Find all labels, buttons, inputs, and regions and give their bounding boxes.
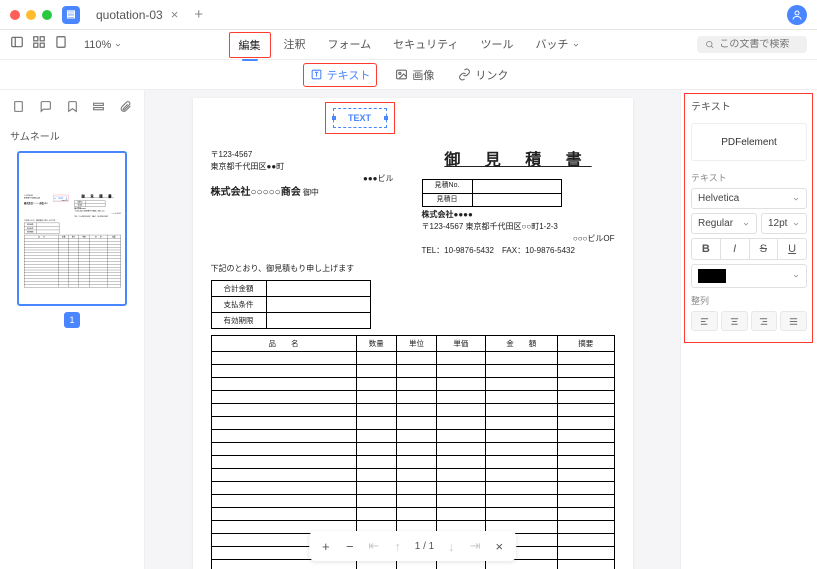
menu-security[interactable]: セキュリティ (384, 32, 467, 58)
thumbnail-panel-label: サムネール (10, 128, 134, 143)
window-controls (10, 10, 52, 20)
page-number-badge: 1 (64, 312, 80, 328)
attachment-tab-icon[interactable] (119, 100, 132, 118)
bold-button[interactable]: B (692, 239, 721, 259)
search-icon (705, 39, 714, 50)
add-tab-button[interactable]: + (194, 6, 203, 23)
resize-handle-right[interactable] (384, 116, 388, 120)
close-navigator-button[interactable]: × (488, 535, 510, 557)
text-color-select[interactable] (691, 264, 807, 288)
close-tab-icon[interactable]: × (171, 7, 179, 22)
first-page-button[interactable]: ⇤ (363, 535, 385, 557)
thumbnail-panel: サムネール TEXT 〒123-4567 東京都千代田区●●町 ●●●ビル 株式… (0, 90, 145, 569)
minimize-window-button[interactable] (26, 10, 36, 20)
font-size-select[interactable]: 12pt (761, 213, 807, 234)
document-title: 御 見 積 書 (74, 194, 120, 199)
title-bar: ▤ quotation-03 × + (0, 0, 817, 30)
text-icon (310, 68, 323, 81)
app-icon: ▤ (62, 6, 80, 24)
align-justify-button[interactable] (780, 311, 807, 331)
sidebar-toggle-icon[interactable] (10, 35, 24, 54)
comments-tab-icon[interactable] (39, 100, 52, 118)
properties-header: テキスト (691, 98, 807, 113)
sub-image-button[interactable]: 画像 (389, 64, 440, 86)
align-right-button[interactable] (751, 311, 778, 331)
document-tab[interactable]: quotation-03 × (88, 3, 186, 26)
page-navigator: + − ⇤ ↑ 1 / 1 ↓ ⇥ × (309, 531, 516, 561)
page-indicator: 1 / 1 (411, 541, 438, 552)
zoom-out-button[interactable]: − (339, 535, 361, 557)
zoom-dropdown[interactable]: 110% (84, 39, 122, 51)
font-weight-select[interactable]: Regular (691, 213, 757, 234)
resize-handle-right[interactable] (66, 198, 67, 199)
document-title: 御 見 積 書 (422, 149, 615, 173)
close-window-button[interactable] (10, 10, 20, 20)
properties-panel: テキスト PDFelement テキスト Helvetica Regular 1… (680, 90, 817, 569)
quote-meta-table: 見積No.見積日 (74, 201, 105, 207)
font-family-select[interactable]: Helvetica (691, 188, 807, 209)
sub-text-button[interactable]: テキスト (303, 63, 378, 87)
menu-edit[interactable]: 編集 (228, 32, 270, 58)
underline-button[interactable]: U (778, 239, 806, 259)
edit-sub-toolbar: テキスト 画像 リンク (0, 60, 817, 90)
document-tab-label: quotation-03 (96, 8, 163, 22)
text-style-group: B I S U (691, 238, 807, 260)
menu-annotate[interactable]: 注釈 (274, 32, 314, 58)
document-page[interactable]: TEXT 〒123-4567 東京都千代田区●●町 ●●●ビル 株式会社○○○○… (193, 98, 633, 569)
text-section-label: テキスト (691, 171, 807, 184)
strike-button[interactable]: S (750, 239, 779, 259)
quote-meta-table: 見積No.見積日 (422, 179, 562, 207)
page-view-icon[interactable] (54, 35, 68, 54)
bookmark-tab-icon[interactable] (66, 100, 79, 118)
last-page-button[interactable]: ⇥ (464, 535, 486, 557)
text-edit-box[interactable]: TEXT (55, 196, 67, 200)
search-box[interactable] (697, 36, 807, 53)
line-items-table: 品 名数量単位単価金 額摘要 (24, 235, 121, 287)
alignment-group (691, 311, 807, 331)
menu-form[interactable]: フォーム (318, 32, 380, 58)
summary-table: 合計金額支払条件有効期限 (211, 280, 371, 329)
align-left-button[interactable] (691, 311, 718, 331)
resize-handle-left[interactable] (55, 198, 56, 199)
thumb-tab-icon[interactable] (12, 100, 25, 118)
resize-handle-left[interactable] (332, 116, 336, 120)
link-icon (458, 68, 471, 81)
align-center-button[interactable] (721, 311, 748, 331)
main-toolbar: 110% 編集 注釈 フォーム セキュリティ ツール バッチ (0, 30, 817, 60)
summary-table: 合計金額支払条件有効期限 (24, 223, 59, 234)
view-controls: 110% (10, 35, 122, 54)
next-page-button[interactable]: ↓ (440, 535, 462, 557)
color-swatch (698, 269, 726, 283)
document-viewport[interactable]: TEXT 〒123-4567 東京都千代田区●●町 ●●●ビル 株式会社○○○○… (145, 90, 680, 569)
sub-link-button[interactable]: リンク (452, 64, 514, 86)
align-section-label: 整列 (691, 294, 807, 307)
maximize-window-button[interactable] (42, 10, 52, 20)
text-preview: PDFelement (691, 123, 807, 161)
search-input[interactable] (719, 39, 799, 50)
user-avatar[interactable] (787, 5, 807, 25)
main-menu: 編集 注釈 フォーム セキュリティ ツール バッチ (228, 32, 588, 58)
layers-tab-icon[interactable] (92, 100, 105, 118)
grid-view-icon[interactable] (32, 35, 46, 54)
prev-page-button[interactable]: ↑ (387, 535, 409, 557)
image-icon (395, 68, 408, 81)
zoom-value: 110% (84, 39, 111, 51)
menu-batch[interactable]: バッチ (526, 32, 588, 58)
page-thumbnail[interactable]: TEXT 〒123-4567 東京都千代田区●●町 ●●●ビル 株式会社○○○○… (17, 151, 127, 306)
italic-button[interactable]: I (721, 239, 750, 259)
annotation-highlight (53, 195, 68, 202)
zoom-in-button[interactable]: + (315, 535, 337, 557)
text-edit-box[interactable]: TEXT (333, 108, 387, 128)
menu-tools[interactable]: ツール (471, 32, 522, 58)
